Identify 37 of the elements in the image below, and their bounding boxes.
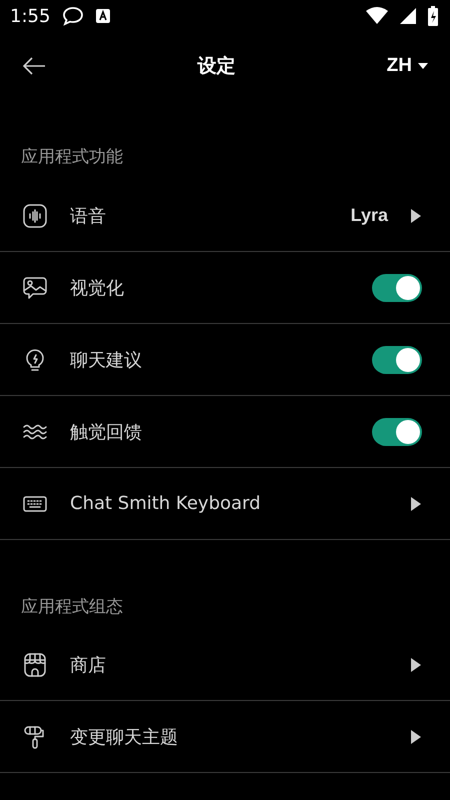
settings-row[interactable]: 变更聊天主题 [0, 701, 450, 773]
chevron-right-icon [410, 208, 422, 224]
status-time: 1:55 [10, 6, 50, 26]
settings-row[interactable]: 触觉回馈 [0, 396, 450, 468]
chevron-right-icon [410, 656, 422, 672]
setting-value: Lyra [350, 205, 388, 226]
setting-label: 触觉回馈 [70, 420, 143, 444]
setting-label: 视觉化 [70, 276, 125, 300]
section-title: 应用程式功能 [21, 147, 123, 167]
toggle-switch[interactable] [372, 274, 422, 302]
wifi-icon [366, 7, 388, 25]
settings-row[interactable]: 语音 Lyra [0, 180, 450, 252]
chevron-right-icon [410, 728, 422, 744]
signal-icon [400, 8, 416, 24]
waveform-icon [22, 202, 48, 228]
chevron-right-icon [410, 496, 422, 512]
back-arrow-icon[interactable] [22, 56, 46, 76]
settings-row[interactable]: 聊天建议 [0, 324, 450, 396]
toggle-switch[interactable] [372, 346, 422, 374]
setting-label: 聊天建议 [70, 348, 143, 372]
image-icon [22, 274, 48, 300]
app-notification-icon [96, 9, 110, 23]
storefront-icon [22, 652, 48, 678]
chat-bubble-icon [62, 6, 84, 26]
setting-label: Chat Smith Keyboard [70, 493, 262, 514]
page-title: 设定 [196, 54, 236, 79]
settings-row[interactable]: 视觉化 [0, 252, 450, 324]
language-dropdown[interactable]: ZH [386, 55, 428, 77]
setting-label: 变更聊天主题 [70, 726, 179, 748]
caret-icon [418, 63, 428, 69]
settings-row[interactable]: Chat Smith Keyboard [0, 468, 450, 540]
toggle-switch[interactable] [372, 418, 422, 446]
section-title: 应用程式组态 [21, 597, 123, 617]
setting-label: 商店 [70, 654, 107, 676]
settings-row[interactable]: 商店 [0, 629, 450, 701]
setting-label: 语音 [70, 204, 107, 228]
battery-charging-icon [428, 6, 438, 26]
